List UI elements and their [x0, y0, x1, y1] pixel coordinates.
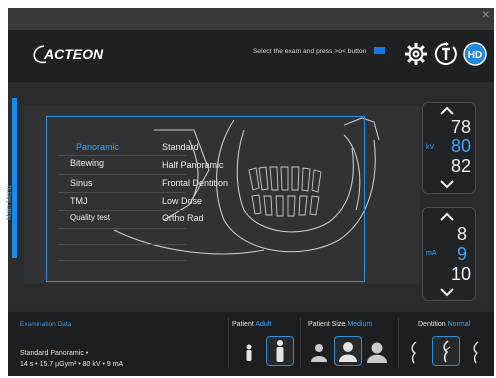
footer-divider: [398, 318, 399, 368]
timer-t-icon[interactable]: [434, 42, 458, 66]
patient-size-large-button[interactable]: [364, 338, 390, 366]
ma-value-high: 10: [450, 264, 471, 284]
dentition-option-1-button[interactable]: [402, 338, 428, 366]
patient-size-medium-button[interactable]: [334, 336, 362, 366]
footer-divider: [228, 318, 229, 368]
tooth-icon: [473, 341, 479, 364]
close-icon[interactable]: ✕: [482, 10, 490, 21]
head-large-icon: [367, 342, 387, 363]
kv-value-selected: 80: [450, 136, 471, 156]
patient-child-button[interactable]: [236, 338, 262, 366]
dentition-normal-button[interactable]: [432, 336, 460, 366]
head-small-icon: [311, 344, 327, 362]
acteon-logo: ACTEON: [33, 45, 104, 64]
kv-up-chevron-icon[interactable]: [437, 106, 457, 116]
kv-value-high: 78: [450, 117, 471, 137]
footer-divider: [300, 318, 301, 368]
patient-size-small-button[interactable]: [306, 338, 332, 366]
exam-type-quality-test[interactable]: Quality test: [70, 213, 110, 222]
ma-value-low: 8: [456, 224, 467, 244]
hd-icon[interactable]: HD: [463, 42, 487, 66]
dentition-group-label: Dentition Normal: [418, 321, 471, 328]
head-medium-icon: [339, 342, 357, 362]
exam-variant-ortho-rad[interactable]: Ortho Rad: [162, 213, 204, 223]
row-divider: [58, 260, 186, 261]
main-menu-label: Main Menu: [6, 185, 13, 220]
exam-type-sinus[interactable]: Sinus: [70, 178, 93, 188]
child-icon: [246, 344, 252, 361]
patient-size-group-label: Patient Size Medium: [308, 321, 373, 328]
patient-size-value: Medium: [347, 321, 373, 328]
start-button-icon: [374, 47, 385, 54]
dentition-value: Normal: [447, 321, 471, 328]
exam-selection-frame: [46, 116, 365, 282]
tooth-icon: [411, 341, 417, 364]
row-divider: [58, 155, 186, 156]
patient-group-label: Patient Adult: [232, 321, 272, 328]
row-divider: [58, 228, 186, 229]
settings-gear-icon[interactable]: [404, 42, 428, 66]
examination-data-line1: Standard Panoramic •: [20, 350, 89, 357]
adult-icon: [276, 340, 284, 362]
main-menu-tab[interactable]: [12, 98, 17, 258]
exam-type-bitewing[interactable]: Bitewing: [70, 158, 104, 168]
row-divider: [58, 192, 186, 193]
exam-type-tmj[interactable]: TMJ: [70, 196, 88, 206]
row-divider: [58, 174, 186, 175]
exam-variant-low-dose[interactable]: Low Dose: [162, 196, 202, 206]
kv-down-chevron-icon[interactable]: [437, 179, 457, 189]
title-bar: ✕: [8, 8, 494, 30]
ma-unit-label: mA: [426, 250, 437, 257]
ma-down-chevron-icon[interactable]: [437, 287, 457, 297]
patient-adult-button[interactable]: [266, 336, 294, 366]
tooth-icon: [443, 340, 451, 363]
exam-variant-standard[interactable]: Standard: [162, 142, 199, 152]
kv-value-low: 82: [450, 156, 471, 176]
ma-up-chevron-icon[interactable]: [437, 212, 457, 222]
exam-variant-frontal-dentition[interactable]: Frontal Dentition: [162, 178, 228, 188]
svg-text:HD: HD: [468, 50, 482, 61]
exam-variant-half-panoramic[interactable]: Half Panoramic: [162, 160, 224, 170]
header-bar: ACTEON Select the exam and press >o< but…: [8, 30, 494, 82]
row-divider: [58, 244, 186, 245]
patient-value: Adult: [255, 321, 272, 328]
row-divider: [58, 210, 186, 211]
exam-type-panoramic[interactable]: Panoramic: [76, 142, 119, 152]
instruction-text: Select the exam and press >o< button: [253, 48, 367, 55]
examination-data-line2: 14 s • 15.7 µGym² • 80 kV • 9 mA: [20, 361, 124, 368]
brand-text: ACTEON: [43, 46, 104, 62]
examination-data-label: Examination Data: [20, 321, 72, 328]
kv-unit-label: kV: [426, 144, 435, 151]
dentition-option-3-button[interactable]: [462, 338, 488, 366]
